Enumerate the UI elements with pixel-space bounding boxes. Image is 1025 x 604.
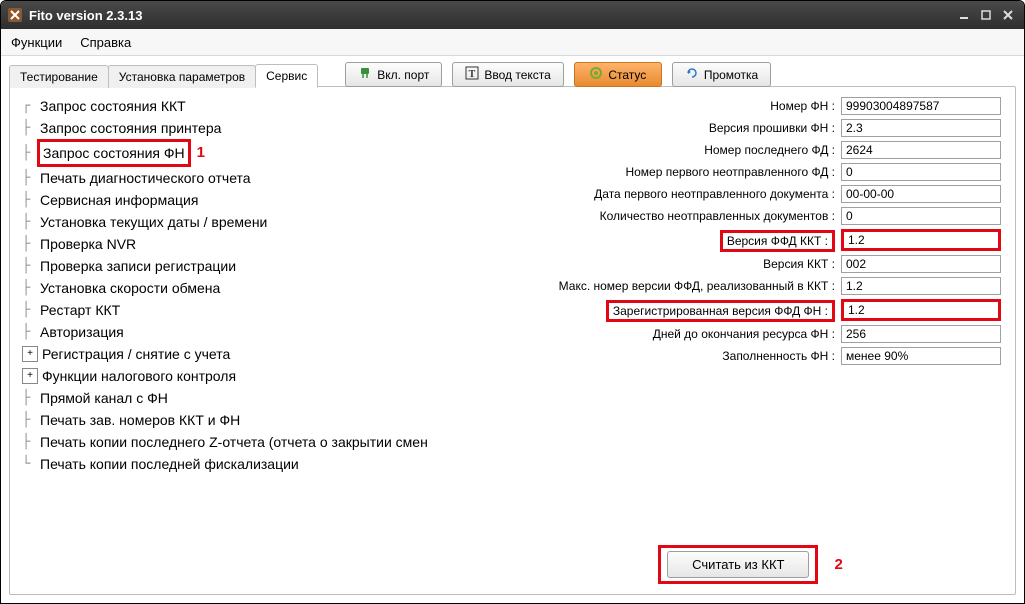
field-label: Зарегистрированная версия ФФД ФН : <box>606 300 835 322</box>
tab-strip: Тестирование Установка параметров Сервис <box>9 63 317 87</box>
field-label: Заполненность ФН : <box>500 349 835 363</box>
read-button-highlight: Считать из ККТ <box>658 545 818 584</box>
tree-item[interactable]: ├Установка скорости обмена <box>22 277 486 299</box>
tree-item[interactable]: ├Печать диагностического отчета <box>22 167 486 189</box>
field-label: Количество неотправленных документов : <box>500 209 835 223</box>
tree-item[interactable]: ├Установка текущих даты / времени <box>22 211 486 233</box>
details-pane: Номер ФН : 99903004897587 Версия прошивки … <box>486 87 1015 594</box>
close-button[interactable] <box>998 7 1018 23</box>
field-value: 1.2 <box>841 277 1001 295</box>
toolbar: Тестирование Установка параметров Сервис… <box>1 56 1024 87</box>
content-area: ┌Запрос состояния ККТ ├Запрос состояния … <box>9 86 1016 595</box>
field-value: 002 <box>841 255 1001 273</box>
bottom-bar: Считать из ККТ 2 <box>500 545 1001 584</box>
field-label: Дней до окончания ресурса ФН : <box>500 327 835 341</box>
plug-icon <box>358 66 372 83</box>
menu-functions[interactable]: Функции <box>7 33 66 52</box>
tree-item-fn-state[interactable]: ├Запрос состояния ФН1 <box>22 139 486 167</box>
window-title: Fito version 2.3.13 <box>29 8 952 23</box>
app-window: Fito version 2.3.13 Функции Справка Тест… <box>0 0 1025 604</box>
title-bar: Fito version 2.3.13 <box>1 1 1024 29</box>
field-label: Номер последнего ФД : <box>500 143 835 157</box>
tab-params[interactable]: Установка параметров <box>108 65 256 88</box>
tree-item[interactable]: ├Запрос состояния принтера <box>22 117 486 139</box>
svg-text:T: T <box>469 69 476 80</box>
tree-item[interactable]: ├Рестарт ККТ <box>22 299 486 321</box>
tree-item[interactable]: ├Печать зав. номеров ККТ и ФН <box>22 409 486 431</box>
field-label: Версия ФФД ККТ : <box>720 230 835 252</box>
field-label: Макс. номер версии ФФД, реализованный в … <box>500 279 835 293</box>
tree-item[interactable]: ├Проверка NVR <box>22 233 486 255</box>
rewind-icon <box>685 66 699 83</box>
field-value: 0 <box>841 163 1001 181</box>
tree-item[interactable]: ├Печать копии последнего Z-отчета (отчет… <box>22 431 486 453</box>
read-from-kkt-button[interactable]: Считать из ККТ <box>667 551 809 578</box>
field-value: менее 90% <box>841 347 1001 365</box>
port-button[interactable]: Вкл. порт <box>345 62 442 87</box>
menu-bar: Функции Справка <box>1 29 1024 56</box>
field-value: 00-00-00 <box>841 185 1001 203</box>
field-label: Номер ФН : <box>500 99 835 113</box>
field-value: 2624 <box>841 141 1001 159</box>
text-input-button[interactable]: T Ввод текста <box>452 62 563 87</box>
tree-item-expandable[interactable]: +Функции налогового контроля <box>22 365 486 387</box>
field-value: 1.2 <box>841 299 1001 321</box>
expand-icon[interactable]: + <box>22 368 38 384</box>
highlight-marker-2: 2 <box>834 556 842 573</box>
tree-item[interactable]: ├Авторизация <box>22 321 486 343</box>
tree-item-expandable[interactable]: +Регистрация / снятие с учета <box>22 343 486 365</box>
tab-service[interactable]: Сервис <box>255 64 318 88</box>
field-value: 1.2 <box>841 229 1001 251</box>
text-icon: T <box>465 66 479 83</box>
status-form: Номер ФН : 99903004897587 Версия прошивки … <box>500 97 1001 365</box>
app-icon <box>7 7 23 23</box>
tab-testing[interactable]: Тестирование <box>9 65 109 88</box>
rewind-button[interactable]: Промотка <box>672 62 771 87</box>
field-label: Номер первого неотправленного ФД : <box>500 165 835 179</box>
field-value: 99903004897587 <box>841 97 1001 115</box>
field-value: 2.3 <box>841 119 1001 137</box>
status-icon <box>589 66 603 83</box>
tree-item[interactable]: ├Сервисная информация <box>22 189 486 211</box>
tree-item[interactable]: ├Прямой канал с ФН <box>22 387 486 409</box>
field-value: 0 <box>841 207 1001 225</box>
field-value: 256 <box>841 325 1001 343</box>
maximize-button[interactable] <box>976 7 996 23</box>
field-label: Версия ККТ : <box>500 257 835 271</box>
tree-item[interactable]: └Печать копии последней фискализации <box>22 453 486 475</box>
tree-pane: ┌Запрос состояния ККТ ├Запрос состояния … <box>10 87 486 594</box>
field-label: Версия прошивки ФН : <box>500 121 835 135</box>
minimize-button[interactable] <box>954 7 974 23</box>
highlight-marker-1: 1 <box>197 142 205 164</box>
expand-icon[interactable]: + <box>22 346 38 362</box>
tree-item[interactable]: ┌Запрос состояния ККТ <box>22 95 486 117</box>
menu-help[interactable]: Справка <box>76 33 135 52</box>
status-button[interactable]: Статус <box>574 62 662 87</box>
field-label: Дата первого неотправленного документа : <box>500 187 835 201</box>
service-tree: ┌Запрос состояния ККТ ├Запрос состояния … <box>22 95 486 475</box>
tree-item[interactable]: ├Проверка записи регистрации <box>22 255 486 277</box>
